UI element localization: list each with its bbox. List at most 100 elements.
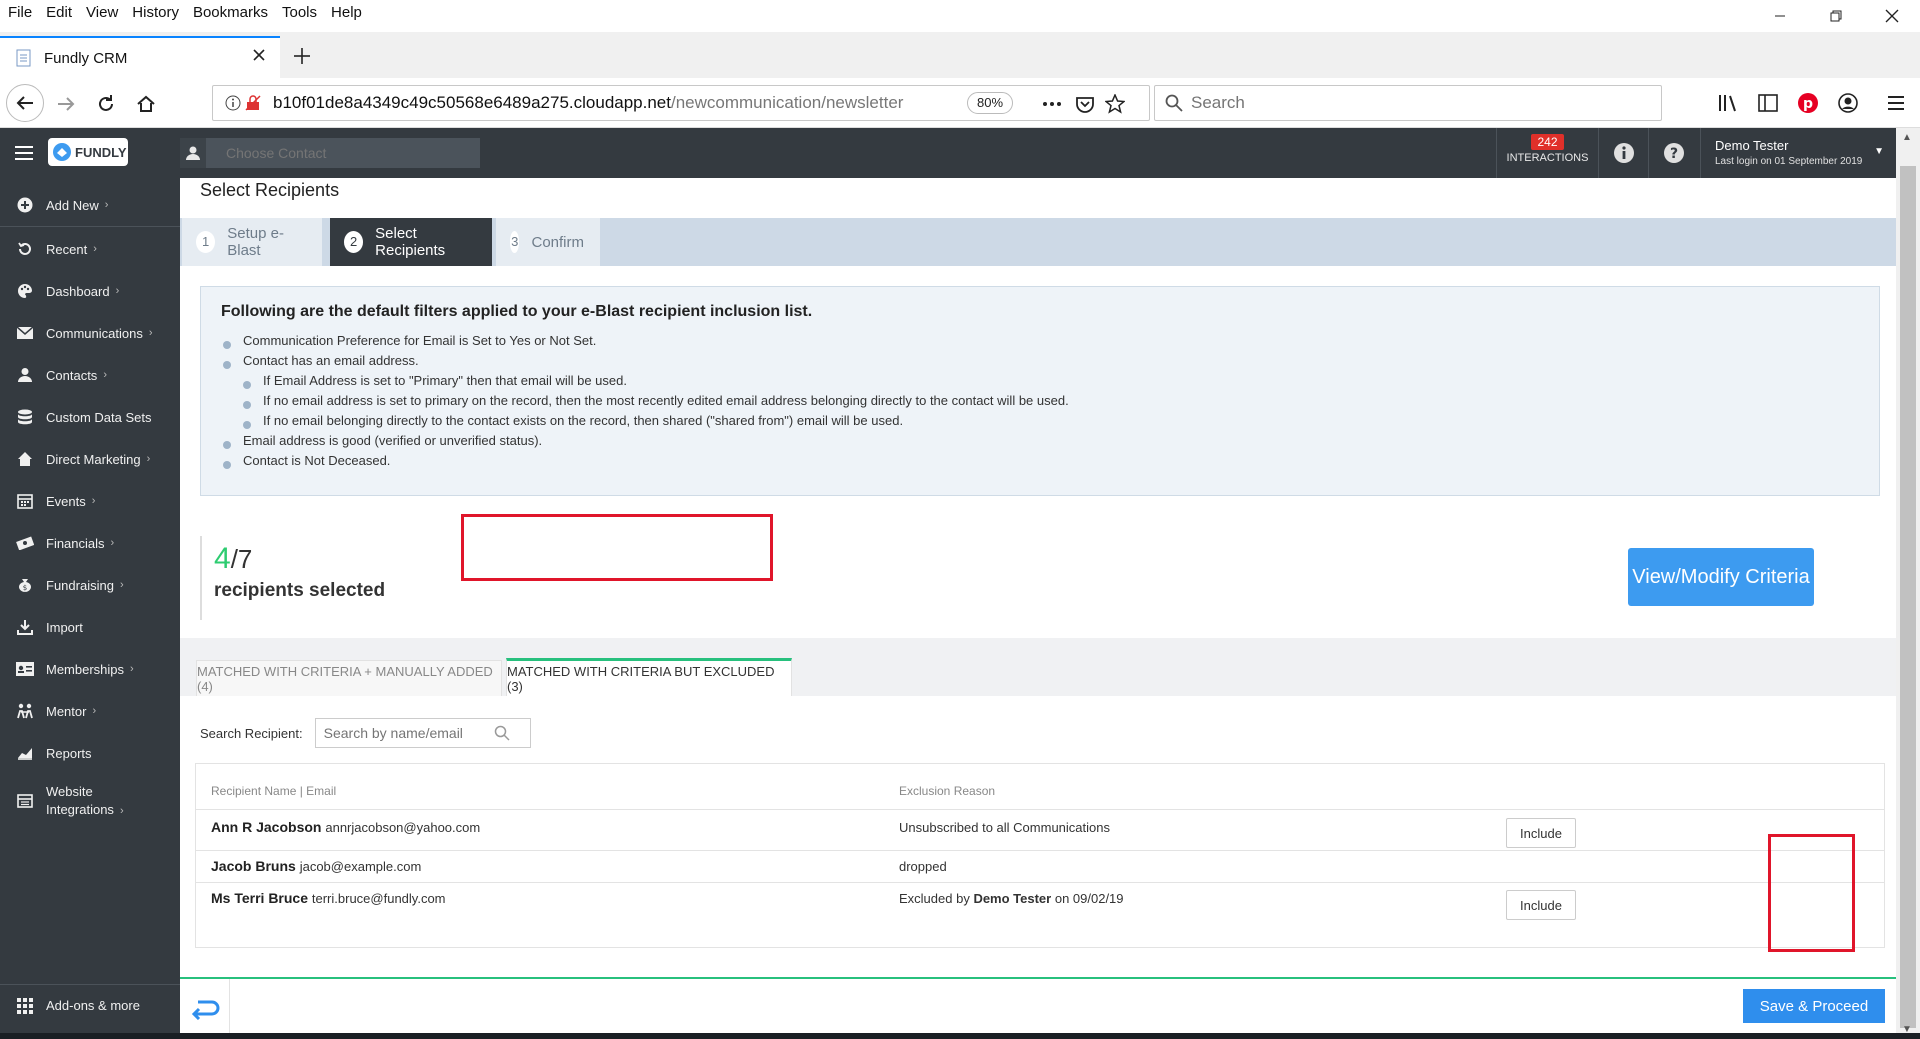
grid-icon bbox=[16, 997, 34, 1015]
browser-search-input[interactable] bbox=[1191, 93, 1631, 113]
page-scrollbar[interactable]: ▲ ▼ bbox=[1896, 128, 1920, 1039]
tab-matched-excluded[interactable]: MATCHED WITH CRITERIA BUT EXCLUDED (3) bbox=[506, 658, 792, 696]
hamburger-menu-icon[interactable] bbox=[1882, 89, 1910, 117]
sidebar-item-fundraising[interactable]: $ Fundraising › bbox=[0, 564, 180, 606]
back-button[interactable] bbox=[6, 84, 44, 122]
sidebar-item-add-new[interactable]: Add New › bbox=[0, 184, 180, 226]
selected-count: 4 bbox=[214, 542, 231, 575]
svg-text:$: $ bbox=[23, 584, 27, 592]
sidebar-item-import[interactable]: Import bbox=[0, 606, 180, 648]
hamburger-icon[interactable] bbox=[14, 144, 34, 162]
sidebar-item-website-integrations[interactable]: Website Integrations › bbox=[0, 776, 180, 826]
restore-button[interactable] bbox=[1808, 0, 1864, 32]
svg-text:p: p bbox=[1803, 96, 1813, 112]
user-name: Demo Tester bbox=[1715, 138, 1789, 153]
sidebar-item-dashboard[interactable]: Dashboard › bbox=[0, 270, 180, 312]
view-modify-criteria-button[interactable]: View/Modify Criteria bbox=[1628, 548, 1814, 606]
tab-matched-manually-added[interactable]: MATCHED WITH CRITERIA + MANUALLY ADDED (… bbox=[196, 660, 502, 696]
sidebar-item-recent[interactable]: Recent › bbox=[0, 228, 180, 270]
user-menu[interactable]: Demo Tester Last login on 01 September 2… bbox=[1700, 128, 1896, 178]
minimize-button[interactable] bbox=[1752, 0, 1808, 32]
sidebar-divider bbox=[0, 226, 180, 227]
recipient-name: Ann R Jacobson bbox=[211, 819, 322, 835]
menu-history[interactable]: History bbox=[132, 4, 179, 21]
recipient-tabs: MATCHED WITH CRITERIA + MANUALLY ADDED (… bbox=[180, 638, 1896, 696]
home-icon bbox=[16, 450, 34, 468]
sidebar-item-contacts[interactable]: Contacts › bbox=[0, 354, 180, 396]
url-bar[interactable]: b10f01de8a4349c49c50568e6489a275.cloudap… bbox=[212, 85, 1150, 121]
url-text[interactable]: b10f01de8a4349c49c50568e6489a275.cloudap… bbox=[273, 93, 953, 113]
interactions-counter[interactable]: 242 INTERACTIONS bbox=[1496, 128, 1598, 178]
search-icon[interactable] bbox=[494, 725, 510, 741]
download-icon bbox=[16, 618, 34, 636]
choose-contact-bar[interactable] bbox=[180, 138, 480, 168]
taskbar-edge bbox=[0, 1033, 1920, 1039]
zoom-level-badge[interactable]: 80% bbox=[967, 92, 1013, 114]
search-recipient-row: Search Recipient: bbox=[200, 718, 531, 748]
filter-item: Contact is Not Deceased. bbox=[221, 451, 1859, 471]
menu-tools[interactable]: Tools bbox=[282, 4, 317, 21]
insecure-lock-icon[interactable] bbox=[245, 95, 261, 111]
pinterest-icon[interactable]: p bbox=[1794, 89, 1822, 117]
close-tab-icon[interactable] bbox=[252, 48, 266, 62]
caret-down-icon: ▼ bbox=[1874, 146, 1884, 157]
search-recipient-box[interactable] bbox=[314, 718, 531, 748]
account-icon[interactable] bbox=[1834, 89, 1862, 117]
default-filters-panel: Following are the default filters applie… bbox=[200, 286, 1880, 496]
help-button[interactable]: ? bbox=[1648, 128, 1698, 178]
more-actions-icon[interactable] bbox=[1041, 96, 1063, 112]
step-select-recipients[interactable]: 2 Select Recipients bbox=[330, 218, 494, 266]
sidebar-item-direct-marketing[interactable]: Direct Marketing › bbox=[0, 438, 180, 480]
info-button[interactable] bbox=[1598, 128, 1648, 178]
sidebar-item-mentor[interactable]: Mentor › bbox=[0, 690, 180, 732]
sidebar-item-custom-data-sets[interactable]: Custom Data Sets bbox=[0, 396, 180, 438]
browser-tab[interactable]: Fundly CRM bbox=[0, 36, 280, 78]
new-tab-button[interactable] bbox=[288, 42, 316, 70]
browser-navbar: b10f01de8a4349c49c50568e6489a275.cloudap… bbox=[0, 78, 1920, 128]
step-setup-eblast[interactable]: 1 Setup e-Blast bbox=[182, 218, 324, 266]
menu-edit[interactable]: Edit bbox=[46, 4, 72, 21]
fundly-logo[interactable]: FUNDLY bbox=[48, 138, 128, 166]
col-header-reason: Exclusion Reason bbox=[899, 784, 996, 798]
step-confirm[interactable]: 3 Confirm bbox=[496, 218, 602, 266]
menu-file[interactable]: File bbox=[8, 4, 32, 21]
pocket-icon[interactable] bbox=[1075, 94, 1095, 114]
menu-view[interactable]: View bbox=[86, 4, 118, 21]
bookmark-star-icon[interactable] bbox=[1105, 94, 1125, 114]
sidebar-item-memberships[interactable]: Memberships › bbox=[0, 648, 180, 690]
menu-bookmarks[interactable]: Bookmarks bbox=[193, 4, 268, 21]
table-row: Jacob Bruns jacob@example.com dropped bbox=[196, 850, 1884, 882]
choose-contact-input[interactable] bbox=[226, 145, 466, 161]
home-button[interactable] bbox=[128, 86, 164, 122]
moneybag-icon: $ bbox=[16, 576, 34, 594]
sidebar-item-events[interactable]: Events › bbox=[0, 480, 180, 522]
sidebar-toggle-icon[interactable] bbox=[1754, 89, 1782, 117]
logo-text: FUNDLY bbox=[75, 144, 127, 160]
svg-text:?: ? bbox=[1669, 146, 1677, 162]
total-count: /7 bbox=[230, 544, 253, 574]
include-button[interactable]: Include bbox=[1506, 890, 1576, 920]
library-icon[interactable] bbox=[1714, 89, 1742, 117]
include-button[interactable]: Include bbox=[1506, 818, 1576, 848]
close-window-button[interactable] bbox=[1864, 0, 1920, 32]
back-step-button[interactable] bbox=[180, 979, 230, 1039]
search-icon bbox=[1165, 94, 1183, 112]
sidebar-item-communications[interactable]: Communications › bbox=[0, 312, 180, 354]
info-icon[interactable] bbox=[225, 95, 241, 111]
scrollbar-thumb[interactable] bbox=[1900, 166, 1916, 1028]
sidebar-item-financials[interactable]: Financials › bbox=[0, 522, 180, 564]
envelope-icon bbox=[16, 324, 34, 342]
sidebar-addons[interactable]: Add-ons & more bbox=[0, 984, 180, 1026]
save-proceed-button[interactable]: Save & Proceed bbox=[1743, 989, 1885, 1023]
browser-tabbar: Fundly CRM bbox=[0, 32, 1920, 78]
sidebar-item-reports[interactable]: Reports bbox=[0, 732, 180, 774]
forward-button[interactable] bbox=[48, 86, 84, 122]
menu-help[interactable]: Help bbox=[331, 4, 362, 21]
id-card-icon bbox=[16, 660, 34, 678]
reload-button[interactable] bbox=[88, 86, 124, 122]
search-recipient-input[interactable] bbox=[323, 725, 494, 741]
scroll-up-arrow-icon[interactable]: ▲ bbox=[1902, 132, 1912, 143]
search-recipient-label: Search Recipient: bbox=[200, 725, 303, 741]
history-icon bbox=[16, 240, 34, 258]
browser-search-bar[interactable] bbox=[1154, 85, 1662, 121]
